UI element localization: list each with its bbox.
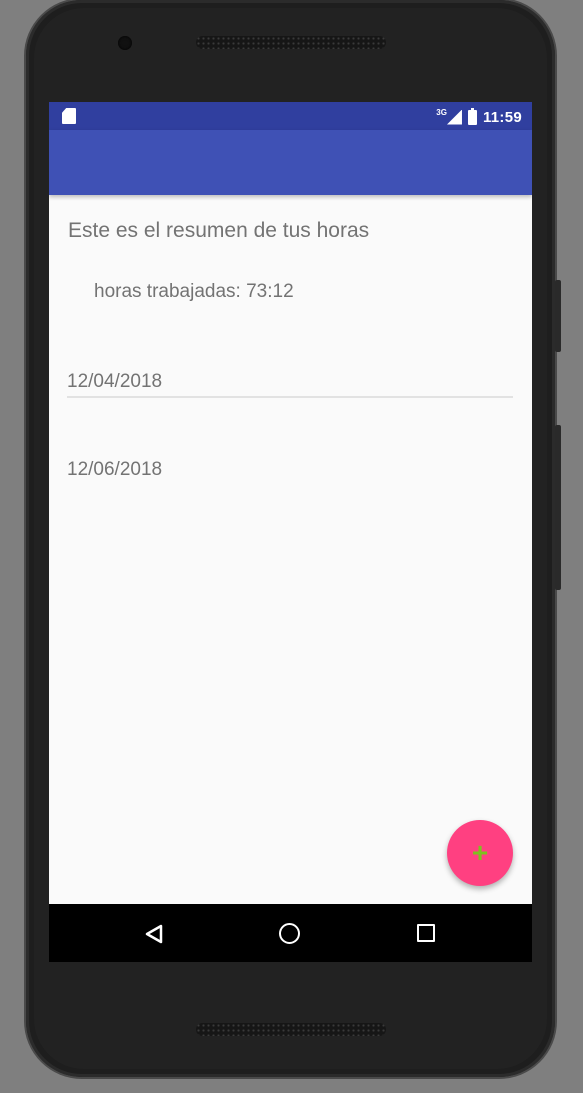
sd-card-icon xyxy=(62,108,76,124)
navigation-bar xyxy=(49,904,532,962)
app-bar xyxy=(49,130,532,195)
recents-icon[interactable] xyxy=(417,924,435,942)
bottom-speaker xyxy=(196,1023,386,1036)
add-icon: + xyxy=(471,837,489,868)
top-speaker xyxy=(196,36,386,49)
volume-button xyxy=(555,280,561,352)
worked-hours-text: horas trabajadas: 73:12 xyxy=(94,281,294,302)
power-button xyxy=(555,425,561,590)
network-type-label: 3G xyxy=(436,107,447,117)
status-clock: 11:59 xyxy=(482,108,522,126)
signal-icon xyxy=(446,109,462,125)
status-icons: 3G 11:59 xyxy=(436,107,522,127)
home-icon[interactable] xyxy=(279,923,300,944)
start-date-field[interactable]: 12/04/2018 xyxy=(67,370,513,398)
back-icon[interactable] xyxy=(145,924,163,944)
front-camera xyxy=(118,36,132,50)
battery-charging-icon xyxy=(467,107,477,125)
status-bar: 3G 11:59 xyxy=(49,102,532,130)
device-screen: 3G 11:59 Este es el resumen de tus horas… xyxy=(49,102,532,962)
summary-heading: Este es el resumen de tus horas xyxy=(68,219,370,242)
add-button[interactable]: + xyxy=(447,820,513,886)
end-date-field[interactable]: 12/06/2018 xyxy=(67,458,162,482)
